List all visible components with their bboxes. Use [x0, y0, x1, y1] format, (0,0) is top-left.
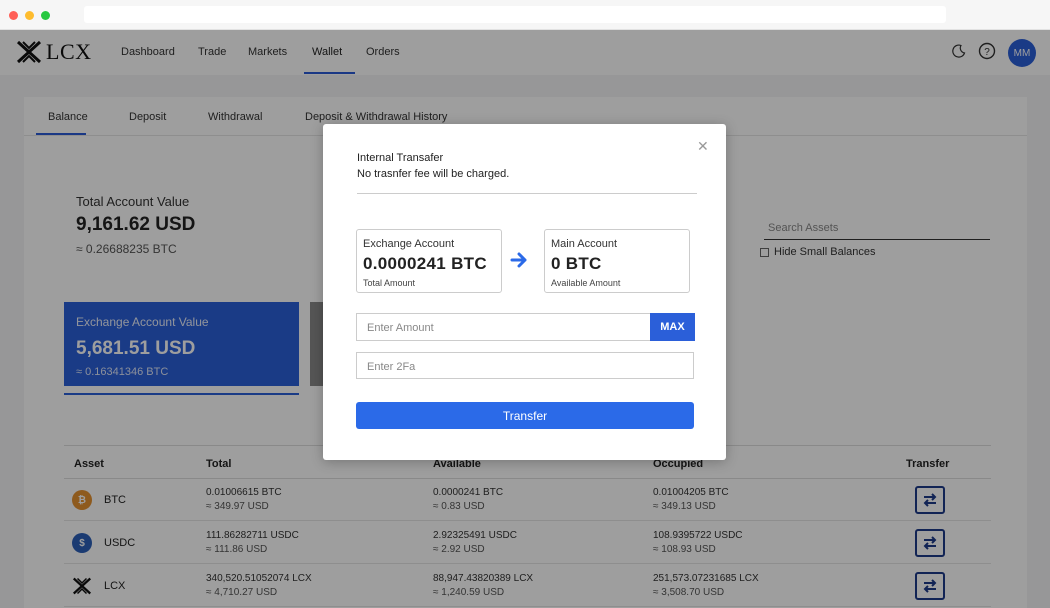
close-window-dot[interactable] [9, 11, 18, 20]
from-account-box: Exchange Account 0.0000241 BTC Total Amo… [356, 229, 502, 293]
modal-subtitle: No trasnfer fee will be charged. [357, 168, 510, 180]
from-account-value: 0.0000241 BTC [363, 254, 487, 273]
from-account-label: Exchange Account [363, 238, 455, 250]
to-account-label: Main Account [551, 238, 618, 250]
address-bar[interactable] [84, 6, 946, 23]
to-account-value: 0 BTC [551, 254, 602, 273]
modal-title: Internal Transafer [357, 152, 444, 164]
browser-chrome [0, 0, 1050, 30]
arrow-right-icon[interactable] [510, 252, 528, 273]
browser-window: LCX Dashboard Trade Markets Wallet Order… [0, 0, 1050, 608]
to-account-box: Main Account 0 BTC Available Amount [544, 229, 690, 293]
from-account-sub: Total Amount [363, 278, 416, 288]
twofa-input[interactable]: Enter 2Fa [356, 352, 694, 379]
internal-transfer-modal: Internal Transafer No trasnfer fee will … [323, 124, 726, 460]
close-icon[interactable]: ✕ [697, 138, 709, 155]
amount-input[interactable]: Enter Amount [356, 313, 650, 341]
modal-divider [357, 193, 697, 194]
maximize-window-dot[interactable] [41, 11, 50, 20]
max-button[interactable]: MAX [650, 313, 695, 341]
to-account-sub: Available Amount [551, 278, 621, 288]
transfer-submit-button[interactable]: Transfer [356, 402, 694, 429]
minimize-window-dot[interactable] [25, 11, 34, 20]
